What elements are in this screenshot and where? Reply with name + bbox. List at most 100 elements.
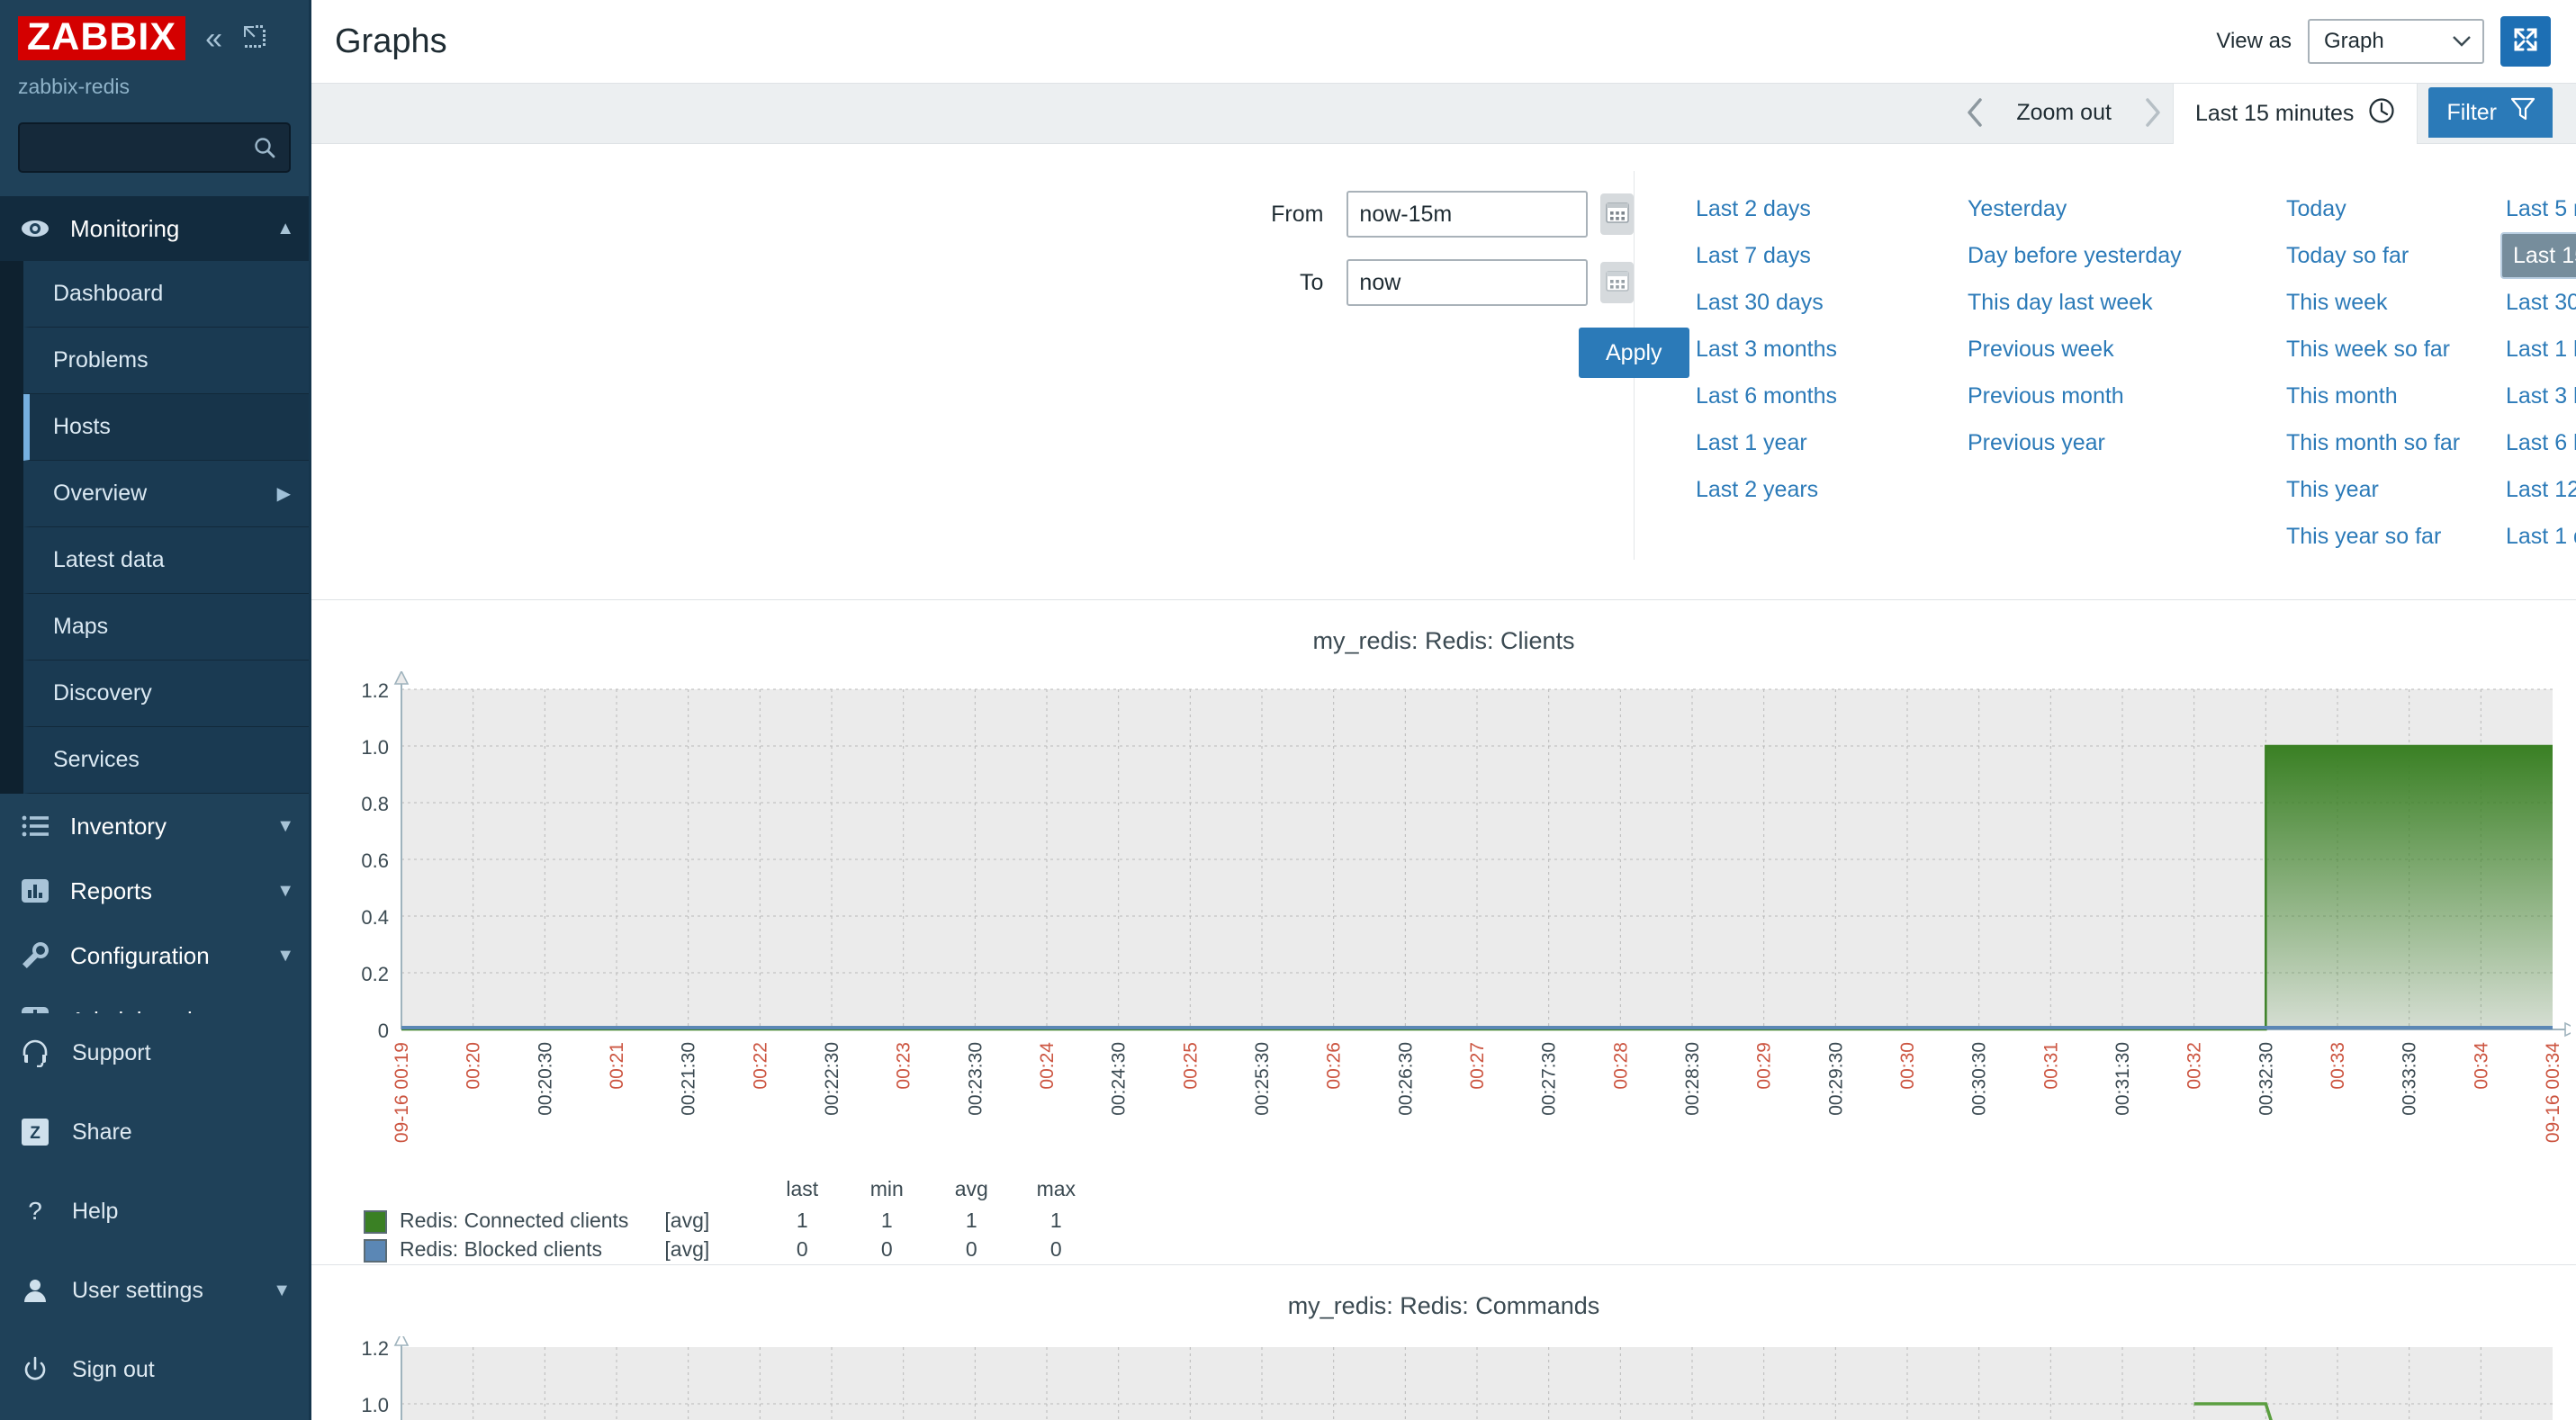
quick-range-last-1-day[interactable]: Last 1 day xyxy=(2500,513,2576,560)
graph-panel-clients: my_redis: Redis: Clients 0 0.2 0.4 0.6 0.8 1.… xyxy=(311,600,2576,1265)
svg-text:00:32: 00:32 xyxy=(2184,1042,2205,1090)
search-input[interactable] xyxy=(20,124,289,171)
funnel-icon xyxy=(2510,97,2535,129)
quick-range-this-week-so-far[interactable]: This week so far xyxy=(2281,326,2500,373)
page-title: Graphs xyxy=(335,22,447,60)
quick-range-last-30-days[interactable]: Last 30 days xyxy=(1690,279,1962,326)
quick-range-this-week[interactable]: This week xyxy=(2281,279,2500,326)
expand-sidebar-icon[interactable] xyxy=(242,24,266,52)
quick-range-last-12-hours[interactable]: Last 12 hours xyxy=(2500,466,2576,513)
quick-range-last-3-months[interactable]: Last 3 months xyxy=(1690,326,1962,373)
chevron-up-icon: ▲ xyxy=(276,218,294,238)
sidebar-link-user-settings[interactable]: User settings ▼ xyxy=(0,1251,309,1330)
svg-text:0: 0 xyxy=(378,1020,389,1042)
svg-text:09-16 00:34: 09-16 00:34 xyxy=(2543,1042,2563,1143)
time-next-button[interactable] xyxy=(2133,82,2173,143)
quick-range-this-year[interactable]: This year xyxy=(2281,466,2500,513)
from-label: From xyxy=(1271,201,1324,227)
time-prev-button[interactable] xyxy=(1955,82,1995,143)
to-calendar-button[interactable] xyxy=(1600,262,1634,303)
quick-range-last-3-hours[interactable]: Last 3 hours xyxy=(2500,373,2576,419)
sidebar-item-label: Problems xyxy=(53,347,149,373)
quick-range-previous-week[interactable]: Previous week xyxy=(1962,326,2281,373)
svg-text:0.6: 0.6 xyxy=(361,849,389,872)
sidebar-section-inventory[interactable]: Inventory ▼ xyxy=(0,794,309,858)
quick-range-day-before-yesterday[interactable]: Day before yesterday xyxy=(1962,232,2281,279)
time-range-tab[interactable]: Last 15 minutes xyxy=(2172,82,2418,144)
search-box[interactable] xyxy=(18,122,291,173)
sidebar-link-help[interactable]: ? Help xyxy=(0,1172,309,1251)
sidebar-section-monitoring[interactable]: Monitoring ▲ xyxy=(0,196,309,261)
quick-range-last-2-days[interactable]: Last 2 days xyxy=(1690,185,1962,232)
chart-commands[interactable]: 1.0 1.2 xyxy=(311,1335,2571,1420)
quick-range-last-1-year[interactable]: Last 1 year xyxy=(1690,419,1962,466)
svg-text:00:26: 00:26 xyxy=(1324,1042,1345,1090)
from-input[interactable] xyxy=(1347,191,1589,238)
quick-range-last-2-years[interactable]: Last 2 years xyxy=(1690,466,1962,513)
quick-range-column-2: Yesterday Day before yesterday This day … xyxy=(1962,185,2281,560)
view-as-select[interactable]: Graph xyxy=(2308,19,2484,64)
quick-range-this-day-last-week[interactable]: This day last week xyxy=(1962,279,2281,326)
sidebar-item-hosts[interactable]: Hosts xyxy=(23,394,309,461)
legend-value-max: 1 xyxy=(1049,1209,1062,1233)
sidebar-item-discovery[interactable]: Discovery xyxy=(23,661,309,727)
zoom-out-button[interactable]: Zoom out xyxy=(2000,100,2128,126)
legend-value-min: 0 xyxy=(880,1237,893,1262)
sidebar-section-configuration[interactable]: Configuration ▼ xyxy=(0,923,309,988)
from-calendar-button[interactable] xyxy=(1600,193,1634,235)
legend-value-last: 0 xyxy=(796,1237,808,1262)
sidebar: ZABBIX « zabbix-redis Monitoring ▲ Dashb… xyxy=(0,0,309,1420)
sidebar-section-reports[interactable]: Reports ▼ xyxy=(0,858,309,923)
sidebar-link-support[interactable]: Support xyxy=(0,1013,309,1092)
svg-text:00:20: 00:20 xyxy=(464,1042,484,1090)
svg-text:00:24:30: 00:24:30 xyxy=(1109,1042,1130,1116)
svg-text:00:30:30: 00:30:30 xyxy=(1969,1042,1990,1116)
sidebar-item-problems[interactable]: Problems xyxy=(23,328,309,394)
quick-range-last-30-minutes[interactable]: Last 30 minutes xyxy=(2500,279,2576,326)
quick-range-last-6-hours[interactable]: Last 6 hours xyxy=(2500,419,2576,466)
chart-clients[interactable]: 0 0.2 0.4 0.6 0.8 1.0 1.2 09-16 00:19 00:20 00:20… xyxy=(311,671,2571,1175)
fullscreen-icon xyxy=(2511,25,2540,58)
sidebar-link-share[interactable]: Z Share xyxy=(0,1092,309,1172)
legend-header-max: max xyxy=(1036,1177,1076,1200)
quick-range-today[interactable]: Today xyxy=(2281,185,2500,232)
sidebar-section-administration[interactable]: Administration ▼ xyxy=(0,988,309,1013)
quick-range-this-year-so-far[interactable]: This year so far xyxy=(2281,513,2500,560)
svg-text:00:31: 00:31 xyxy=(2040,1042,2061,1090)
calendar-icon xyxy=(1605,268,1630,298)
to-input[interactable] xyxy=(1347,259,1589,306)
collapse-sidebar-icon[interactable]: « xyxy=(205,23,222,54)
sidebar-item-maps[interactable]: Maps xyxy=(23,594,309,661)
sidebar-link-sign-out[interactable]: Sign out xyxy=(0,1330,309,1409)
sidebar-item-label: Hosts xyxy=(53,414,111,439)
clock-icon xyxy=(2368,97,2395,130)
quick-range-last-1-hour[interactable]: Last 1 hour xyxy=(2500,326,2576,373)
quick-range-previous-year[interactable]: Previous year xyxy=(1962,419,2281,466)
from-row: From xyxy=(311,191,1634,238)
svg-text:Z: Z xyxy=(30,1124,41,1143)
quick-range-previous-month[interactable]: Previous month xyxy=(1962,373,2281,419)
kiosk-mode-button[interactable] xyxy=(2500,16,2551,67)
quick-range-yesterday[interactable]: Yesterday xyxy=(1962,185,2281,232)
quick-range-this-month[interactable]: This month xyxy=(2281,373,2500,419)
legend-swatch-blocked-clients xyxy=(364,1238,387,1263)
quick-range-last-15-minutes[interactable]: Last 15 minutes xyxy=(2500,232,2576,279)
zabbix-z-icon: Z xyxy=(20,1117,50,1147)
sidebar-item-latest-data[interactable]: Latest data xyxy=(23,527,309,594)
search-icon xyxy=(253,136,276,159)
graph-title: my_redis: Redis: Clients xyxy=(1312,627,1575,654)
sidebar-item-services[interactable]: Services xyxy=(23,727,309,794)
quick-range-this-month-so-far[interactable]: This month so far xyxy=(2281,419,2500,466)
sidebar-item-dashboard[interactable]: Dashboard xyxy=(23,261,309,328)
quick-range-last-5-minutes[interactable]: Last 5 minutes xyxy=(2500,185,2576,232)
svg-text:00:25: 00:25 xyxy=(1180,1042,1201,1090)
calendar-icon xyxy=(1605,200,1630,229)
legend-series-agg: [avg] xyxy=(664,1237,710,1262)
quick-range-last-7-days[interactable]: Last 7 days xyxy=(1690,232,1962,279)
legend-header-last: last xyxy=(786,1177,819,1200)
quick-range-today-so-far[interactable]: Today so far xyxy=(2281,232,2500,279)
sidebar-item-overview[interactable]: Overview ▶ xyxy=(23,461,309,527)
filter-tab[interactable]: Filter xyxy=(2428,87,2553,138)
quick-range-last-6-months[interactable]: Last 6 months xyxy=(1690,373,1962,419)
gear-icon xyxy=(20,1005,50,1013)
